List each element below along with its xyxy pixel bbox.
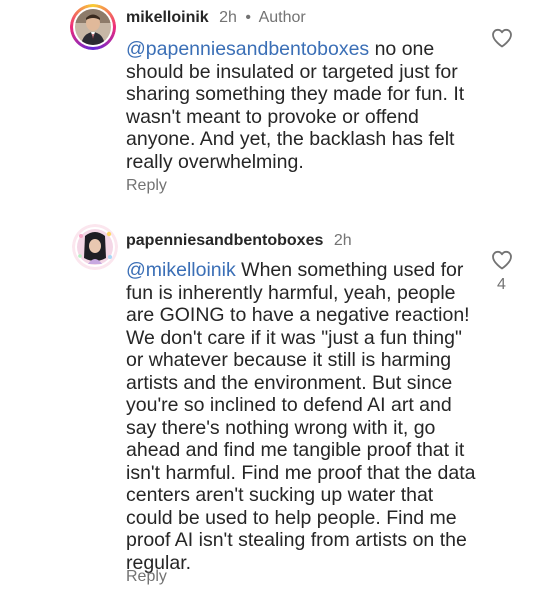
timestamp: 2h: [219, 9, 237, 26]
avatar-image: [75, 9, 111, 45]
comment-text: @mikelloinik When something used for fun…: [126, 259, 481, 574]
avatar[interactable]: [72, 224, 118, 270]
reply-button[interactable]: Reply: [126, 177, 167, 195]
heart-outline-icon[interactable]: [490, 26, 514, 50]
author-badge: Author: [258, 9, 306, 26]
timestamp: 2h: [333, 232, 352, 249]
heart-outline-icon[interactable]: [490, 248, 514, 272]
comment-header: papenniesandbentoboxes 2h: [126, 231, 352, 251]
avatar[interactable]: [70, 4, 116, 50]
username[interactable]: mikelloinik: [126, 9, 209, 26]
comment-text: @papenniesandbentoboxes no one should be…: [126, 38, 481, 173]
mention-link[interactable]: @mikelloinik: [126, 259, 236, 281]
reply-button[interactable]: Reply: [126, 568, 167, 586]
separator: •: [245, 9, 252, 26]
username[interactable]: papenniesandbentoboxes: [126, 232, 323, 249]
mention-link[interactable]: @papenniesandbentoboxes: [126, 38, 369, 60]
comment-header: mikelloinik 2h • Author: [126, 8, 306, 28]
like-count: 4: [497, 276, 506, 293]
comment-body: When something used for fun is inherentl…: [126, 259, 476, 574]
